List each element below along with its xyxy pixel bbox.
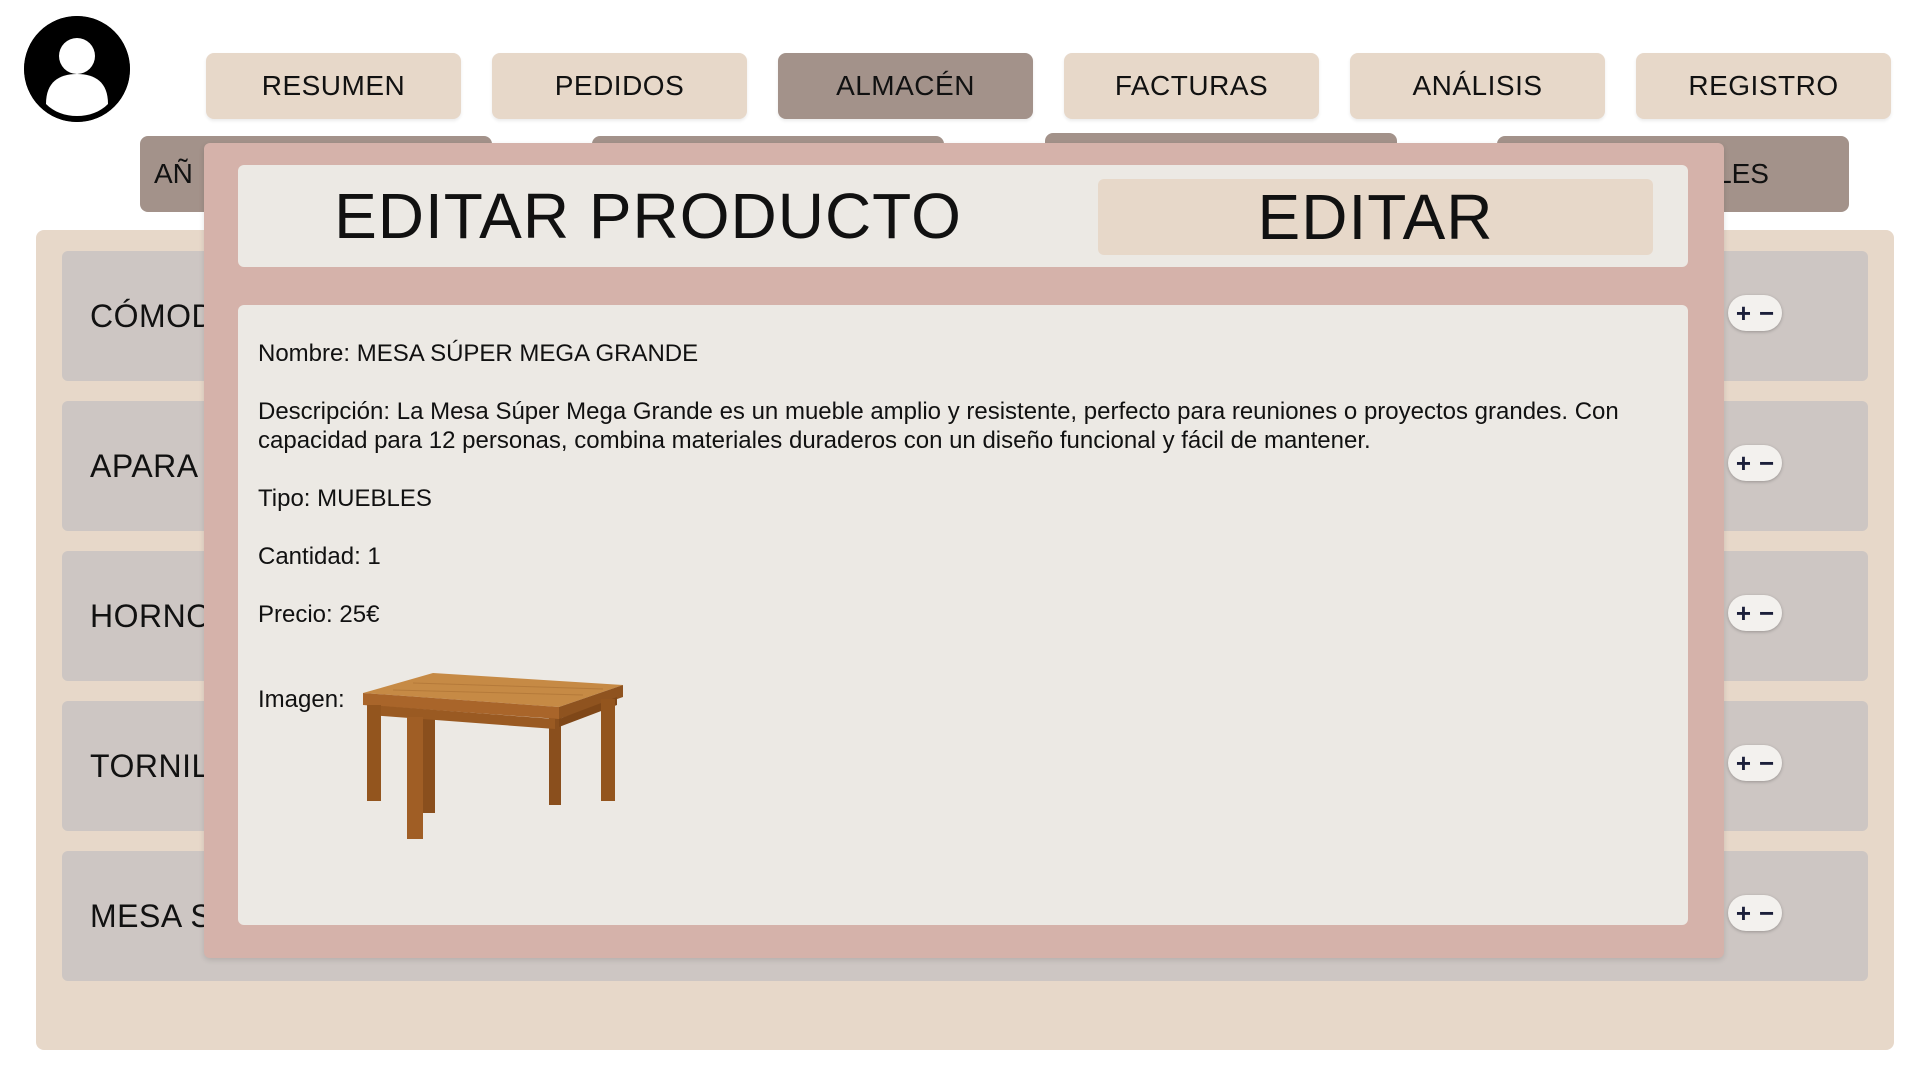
price-label: Precio: bbox=[258, 601, 333, 628]
minus-icon[interactable]: − bbox=[1759, 900, 1774, 926]
product-name: APARA bbox=[90, 447, 199, 484]
description-label: Descripción: bbox=[258, 398, 391, 425]
tab-analisis[interactable]: ANÁLISIS bbox=[1350, 53, 1605, 119]
image-label: Imagen: bbox=[258, 686, 345, 713]
quantity-field: Cantidad: 1 bbox=[258, 542, 1668, 571]
price-value: 25€ bbox=[339, 601, 380, 628]
product-name: CÓMOD bbox=[90, 297, 216, 334]
plus-icon[interactable]: + bbox=[1736, 900, 1751, 926]
tab-pedidos[interactable]: PEDIDOS bbox=[492, 53, 747, 119]
quantity-value: 1 bbox=[367, 543, 381, 570]
plus-icon[interactable]: + bbox=[1736, 750, 1751, 776]
tab-facturas[interactable]: FACTURAS bbox=[1064, 53, 1319, 119]
name-value: MESA SÚPER MEGA GRANDE bbox=[356, 340, 699, 367]
tab-almacen[interactable]: ALMACÉN bbox=[778, 53, 1033, 119]
tab-registro[interactable]: REGISTRO bbox=[1636, 53, 1891, 119]
product-details: Nombre: MESA SÚPER MEGA GRANDE Descripci… bbox=[238, 305, 1688, 925]
minus-icon[interactable]: − bbox=[1759, 600, 1774, 626]
edit-button[interactable]: EDITAR bbox=[1098, 179, 1653, 255]
type-field: Tipo: MUEBLES bbox=[258, 484, 1668, 513]
name-field: Nombre: MESA SÚPER MEGA GRANDE bbox=[258, 339, 1668, 368]
description-value: La Mesa Súper Mega Grande es un mueble a… bbox=[258, 398, 1619, 454]
add-product-label: AÑ bbox=[154, 158, 193, 189]
minus-icon[interactable]: − bbox=[1759, 300, 1774, 326]
app-root: RESUMEN PEDIDOS ALMACÉN FACTURAS ANÁLISI… bbox=[0, 0, 1920, 1080]
quantity-label: Cantidad: bbox=[258, 543, 361, 570]
quantity-stepper[interactable]: + − bbox=[1728, 895, 1782, 931]
quantity-stepper[interactable]: + − bbox=[1728, 745, 1782, 781]
plus-icon[interactable]: + bbox=[1736, 600, 1751, 626]
quantity-stepper[interactable]: + − bbox=[1728, 445, 1782, 481]
modal-title: EDITAR PRODUCTO bbox=[334, 180, 962, 252]
minus-icon[interactable]: − bbox=[1759, 450, 1774, 476]
user-silhouette bbox=[24, 16, 130, 122]
toolbar-button-4-label: LES bbox=[1716, 158, 1769, 189]
tab-resumen[interactable]: RESUMEN bbox=[206, 53, 461, 119]
image-field: Imagen: bbox=[258, 673, 1668, 841]
modal-header: EDITAR PRODUCTO EDITAR bbox=[238, 165, 1688, 267]
type-label: Tipo: bbox=[258, 485, 311, 512]
table-product-image bbox=[362, 673, 623, 839]
product-name: HORNO bbox=[90, 597, 212, 634]
quantity-stepper[interactable]: + − bbox=[1728, 595, 1782, 631]
minus-icon[interactable]: − bbox=[1759, 750, 1774, 776]
name-label: Nombre: bbox=[258, 340, 351, 367]
type-value: MUEBLES bbox=[317, 485, 432, 512]
product-name: MESA S bbox=[90, 897, 213, 934]
plus-icon[interactable]: + bbox=[1736, 300, 1751, 326]
description-field: Descripción: La Mesa Súper Mega Grande e… bbox=[258, 397, 1668, 455]
edit-product-modal: EDITAR PRODUCTO EDITAR Nombre: MESA SÚPE… bbox=[204, 143, 1724, 958]
user-avatar-icon[interactable] bbox=[24, 16, 130, 122]
quantity-stepper[interactable]: + − bbox=[1728, 295, 1782, 331]
product-name: TORNIL bbox=[90, 747, 210, 784]
price-field: Precio: 25€ bbox=[258, 600, 1668, 629]
plus-icon[interactable]: + bbox=[1736, 450, 1751, 476]
